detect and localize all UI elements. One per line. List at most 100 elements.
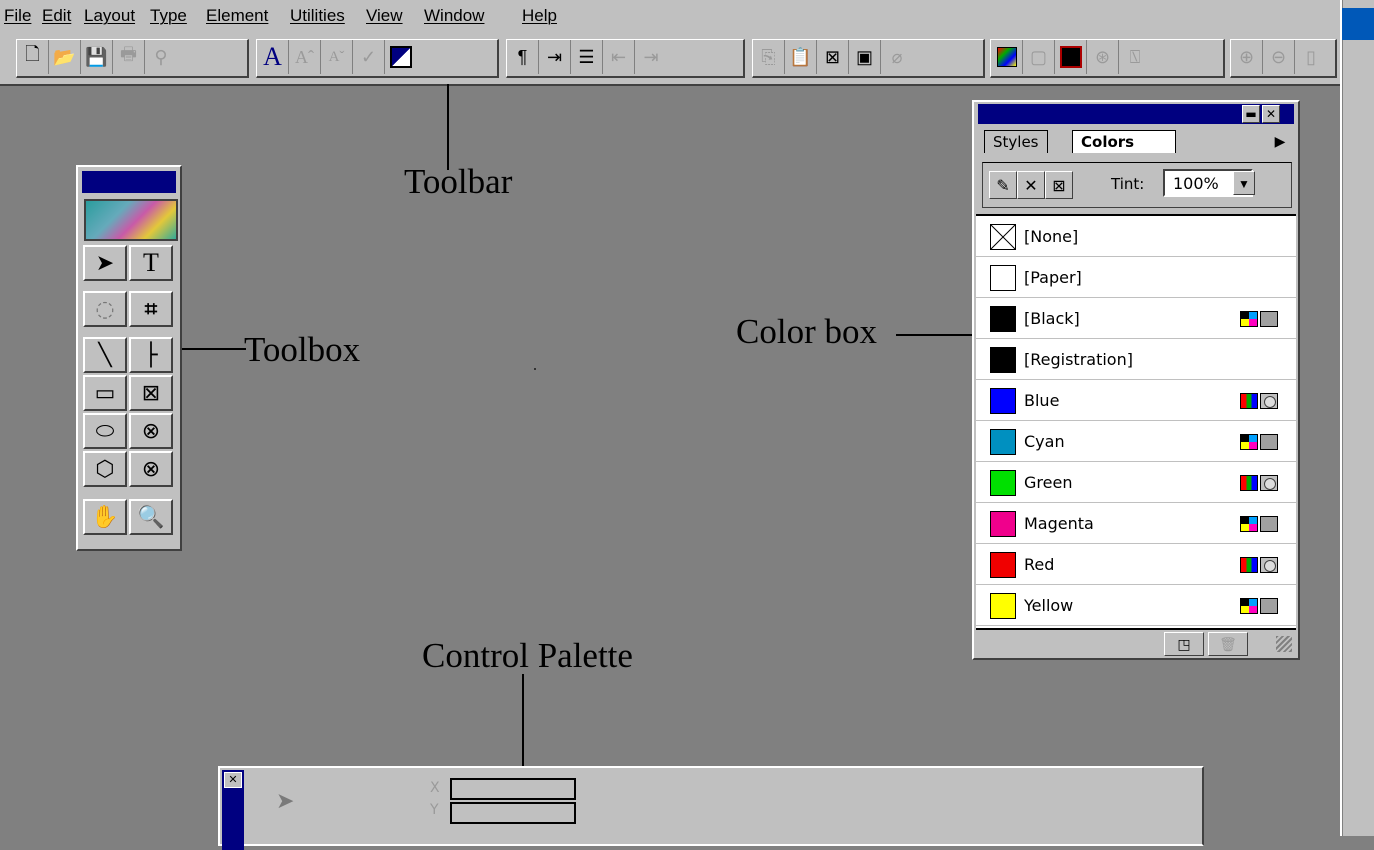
insert-icon[interactable]: ⇥	[539, 40, 571, 74]
fill-none-icon[interactable]: ✕	[1017, 171, 1045, 199]
toolbar-group-frames: ⎘ 📋 ⊠ ▣ ⌀	[752, 39, 985, 78]
menu-bar: File Edit Layout Type Element Utilities …	[0, 0, 1340, 34]
acrobat-icon[interactable]: ⍂	[1119, 40, 1151, 74]
hand-tool-icon[interactable]: ✋	[83, 499, 127, 535]
text-tool-icon[interactable]: T	[129, 245, 173, 281]
zoom-in-icon[interactable]: ⊕	[1231, 40, 1263, 74]
tool-row-5: ⬭ ⊗	[83, 413, 173, 449]
color-name: Red	[1024, 555, 1055, 574]
spell-check-icon[interactable]: ✓	[353, 40, 385, 74]
paragraph-icon[interactable]: ¶	[507, 40, 539, 74]
image-icon[interactable]: ▣	[849, 40, 881, 74]
indent-icon[interactable]: ⇥	[635, 40, 667, 74]
tab-styles[interactable]: Styles	[984, 130, 1048, 153]
picture-frame-icon[interactable]: ▢	[1023, 40, 1055, 74]
color-row[interactable]: [Paper]	[976, 257, 1296, 298]
rectangle-frame-tool-icon[interactable]: ⊠	[129, 375, 173, 411]
zoom-out-icon[interactable]: ⊖	[1263, 40, 1295, 74]
process-icon	[1260, 311, 1278, 327]
copy-icon[interactable]: ⎘	[753, 40, 785, 74]
color-row[interactable]: [Black]	[976, 298, 1296, 339]
tint-dropdown-icon[interactable]: ▼	[1233, 171, 1255, 195]
new-color-icon[interactable]: ◳	[1164, 632, 1204, 656]
font-icon[interactable]: A	[257, 40, 289, 74]
polygon-tool-icon[interactable]: ⬡	[83, 451, 127, 487]
frame-icon[interactable]: ⊠	[817, 40, 849, 74]
color-name: Yellow	[1024, 596, 1074, 615]
menu-type[interactable]: Type	[150, 6, 187, 26]
picture-icon[interactable]	[991, 40, 1023, 74]
print-icon[interactable]: 🖶	[113, 40, 145, 74]
globe-icon[interactable]: ⊛	[1087, 40, 1119, 74]
palette-menu-arrow-icon[interactable]: ▶	[1270, 130, 1290, 152]
color-name: [Registration]	[1024, 350, 1133, 369]
menu-window[interactable]: Window	[424, 6, 484, 26]
tab-colors[interactable]: Colors	[1072, 130, 1176, 153]
resize-grip-icon[interactable]	[1276, 636, 1292, 652]
color-row[interactable]: Magenta	[976, 503, 1296, 544]
menu-element[interactable]: Element	[206, 6, 268, 26]
ellipse-frame-tool-icon[interactable]: ⊗	[129, 413, 173, 449]
cmyk-model-icon	[1238, 516, 1278, 532]
color-swatch	[990, 552, 1016, 578]
zoom-100-icon[interactable]: ▯	[1295, 40, 1327, 74]
open-icon[interactable]: 📂	[49, 40, 81, 74]
pointer-tool-icon[interactable]: ➤	[83, 245, 127, 281]
color-row[interactable]: Green	[976, 462, 1296, 503]
menu-view[interactable]: View	[366, 6, 403, 26]
toolbox-annotation: Toolbox	[244, 330, 361, 369]
tool-row-3: ╲ ├	[83, 337, 173, 373]
color-row[interactable]: Cyan	[976, 421, 1296, 462]
find-icon[interactable]: ⚲	[145, 40, 177, 74]
crop-tool-icon[interactable]: ⌗	[129, 291, 173, 327]
list-icon[interactable]: ☰	[571, 40, 603, 74]
font-bigger-icon[interactable]: Aˆ	[289, 40, 321, 74]
minimize-icon[interactable]: ▬	[1242, 105, 1260, 123]
tool-row-2: ◌ ⌗	[83, 291, 173, 327]
menu-utilities[interactable]: Utilities	[290, 6, 345, 26]
close-icon[interactable]: ✕	[1262, 105, 1280, 123]
link-icon[interactable]: ⌀	[881, 40, 913, 74]
x-field[interactable]	[450, 778, 576, 800]
color-swatch	[990, 511, 1016, 537]
color-name: Cyan	[1024, 432, 1065, 451]
polygon-frame-tool-icon[interactable]: ⊗	[129, 451, 173, 487]
rgb-model-icon	[1238, 557, 1278, 573]
menu-edit[interactable]: Edit	[42, 6, 71, 26]
menu-help[interactable]: Help	[522, 6, 557, 26]
color-list: [None] [Paper] [Black] [Registration] Blue Cy…	[976, 214, 1296, 628]
menu-file[interactable]: File	[4, 6, 31, 26]
color-row[interactable]: [None]	[976, 216, 1296, 257]
delete-color-icon[interactable]: 🗑	[1208, 632, 1248, 656]
both-icon[interactable]: ⊠	[1045, 171, 1073, 199]
y-field[interactable]	[450, 802, 576, 824]
color-model-icon	[1240, 475, 1258, 491]
color-box-callout-line	[896, 334, 974, 336]
color-row[interactable]: [Registration]	[976, 339, 1296, 380]
color-swatch	[990, 347, 1016, 373]
close-icon[interactable]: ✕	[224, 772, 242, 788]
fill-icon[interactable]	[385, 40, 417, 74]
window-edge	[1340, 0, 1374, 836]
color-row[interactable]: Yellow	[976, 585, 1296, 626]
color-icon[interactable]	[1055, 40, 1087, 74]
stroke-icon[interactable]: ✎	[989, 171, 1017, 199]
font-smaller-icon[interactable]: Aˇ	[321, 40, 353, 74]
ellipse-tool-icon[interactable]: ⬭	[83, 413, 127, 449]
scrollbar[interactable]	[1342, 0, 1374, 836]
save-icon[interactable]: 💾	[81, 40, 113, 74]
toolbar: 🗋 📂 💾 🖶 ⚲ A Aˆ Aˇ ✓ ¶ ⇥ ☰ ⇤ ⇥ ⎘ 📋 ⊠ ▣ ⌀ …	[0, 34, 1340, 86]
outdent-icon[interactable]: ⇤	[603, 40, 635, 74]
new-icon[interactable]: 🗋	[17, 40, 49, 74]
zoom-tool-icon[interactable]: 🔍	[129, 499, 173, 535]
paste-icon[interactable]: 📋	[785, 40, 817, 74]
constrained-line-tool-icon[interactable]: ├	[129, 337, 173, 373]
rotate-tool-icon[interactable]: ◌	[83, 291, 127, 327]
tool-row-6: ⬡ ⊗	[83, 451, 173, 487]
rectangle-tool-icon[interactable]: ▭	[83, 375, 127, 411]
menu-layout[interactable]: Layout	[84, 6, 135, 26]
line-tool-icon[interactable]: ╲	[83, 337, 127, 373]
color-row[interactable]: Red	[976, 544, 1296, 585]
toolbox-titlebar[interactable]	[82, 171, 176, 193]
color-row[interactable]: Blue	[976, 380, 1296, 421]
